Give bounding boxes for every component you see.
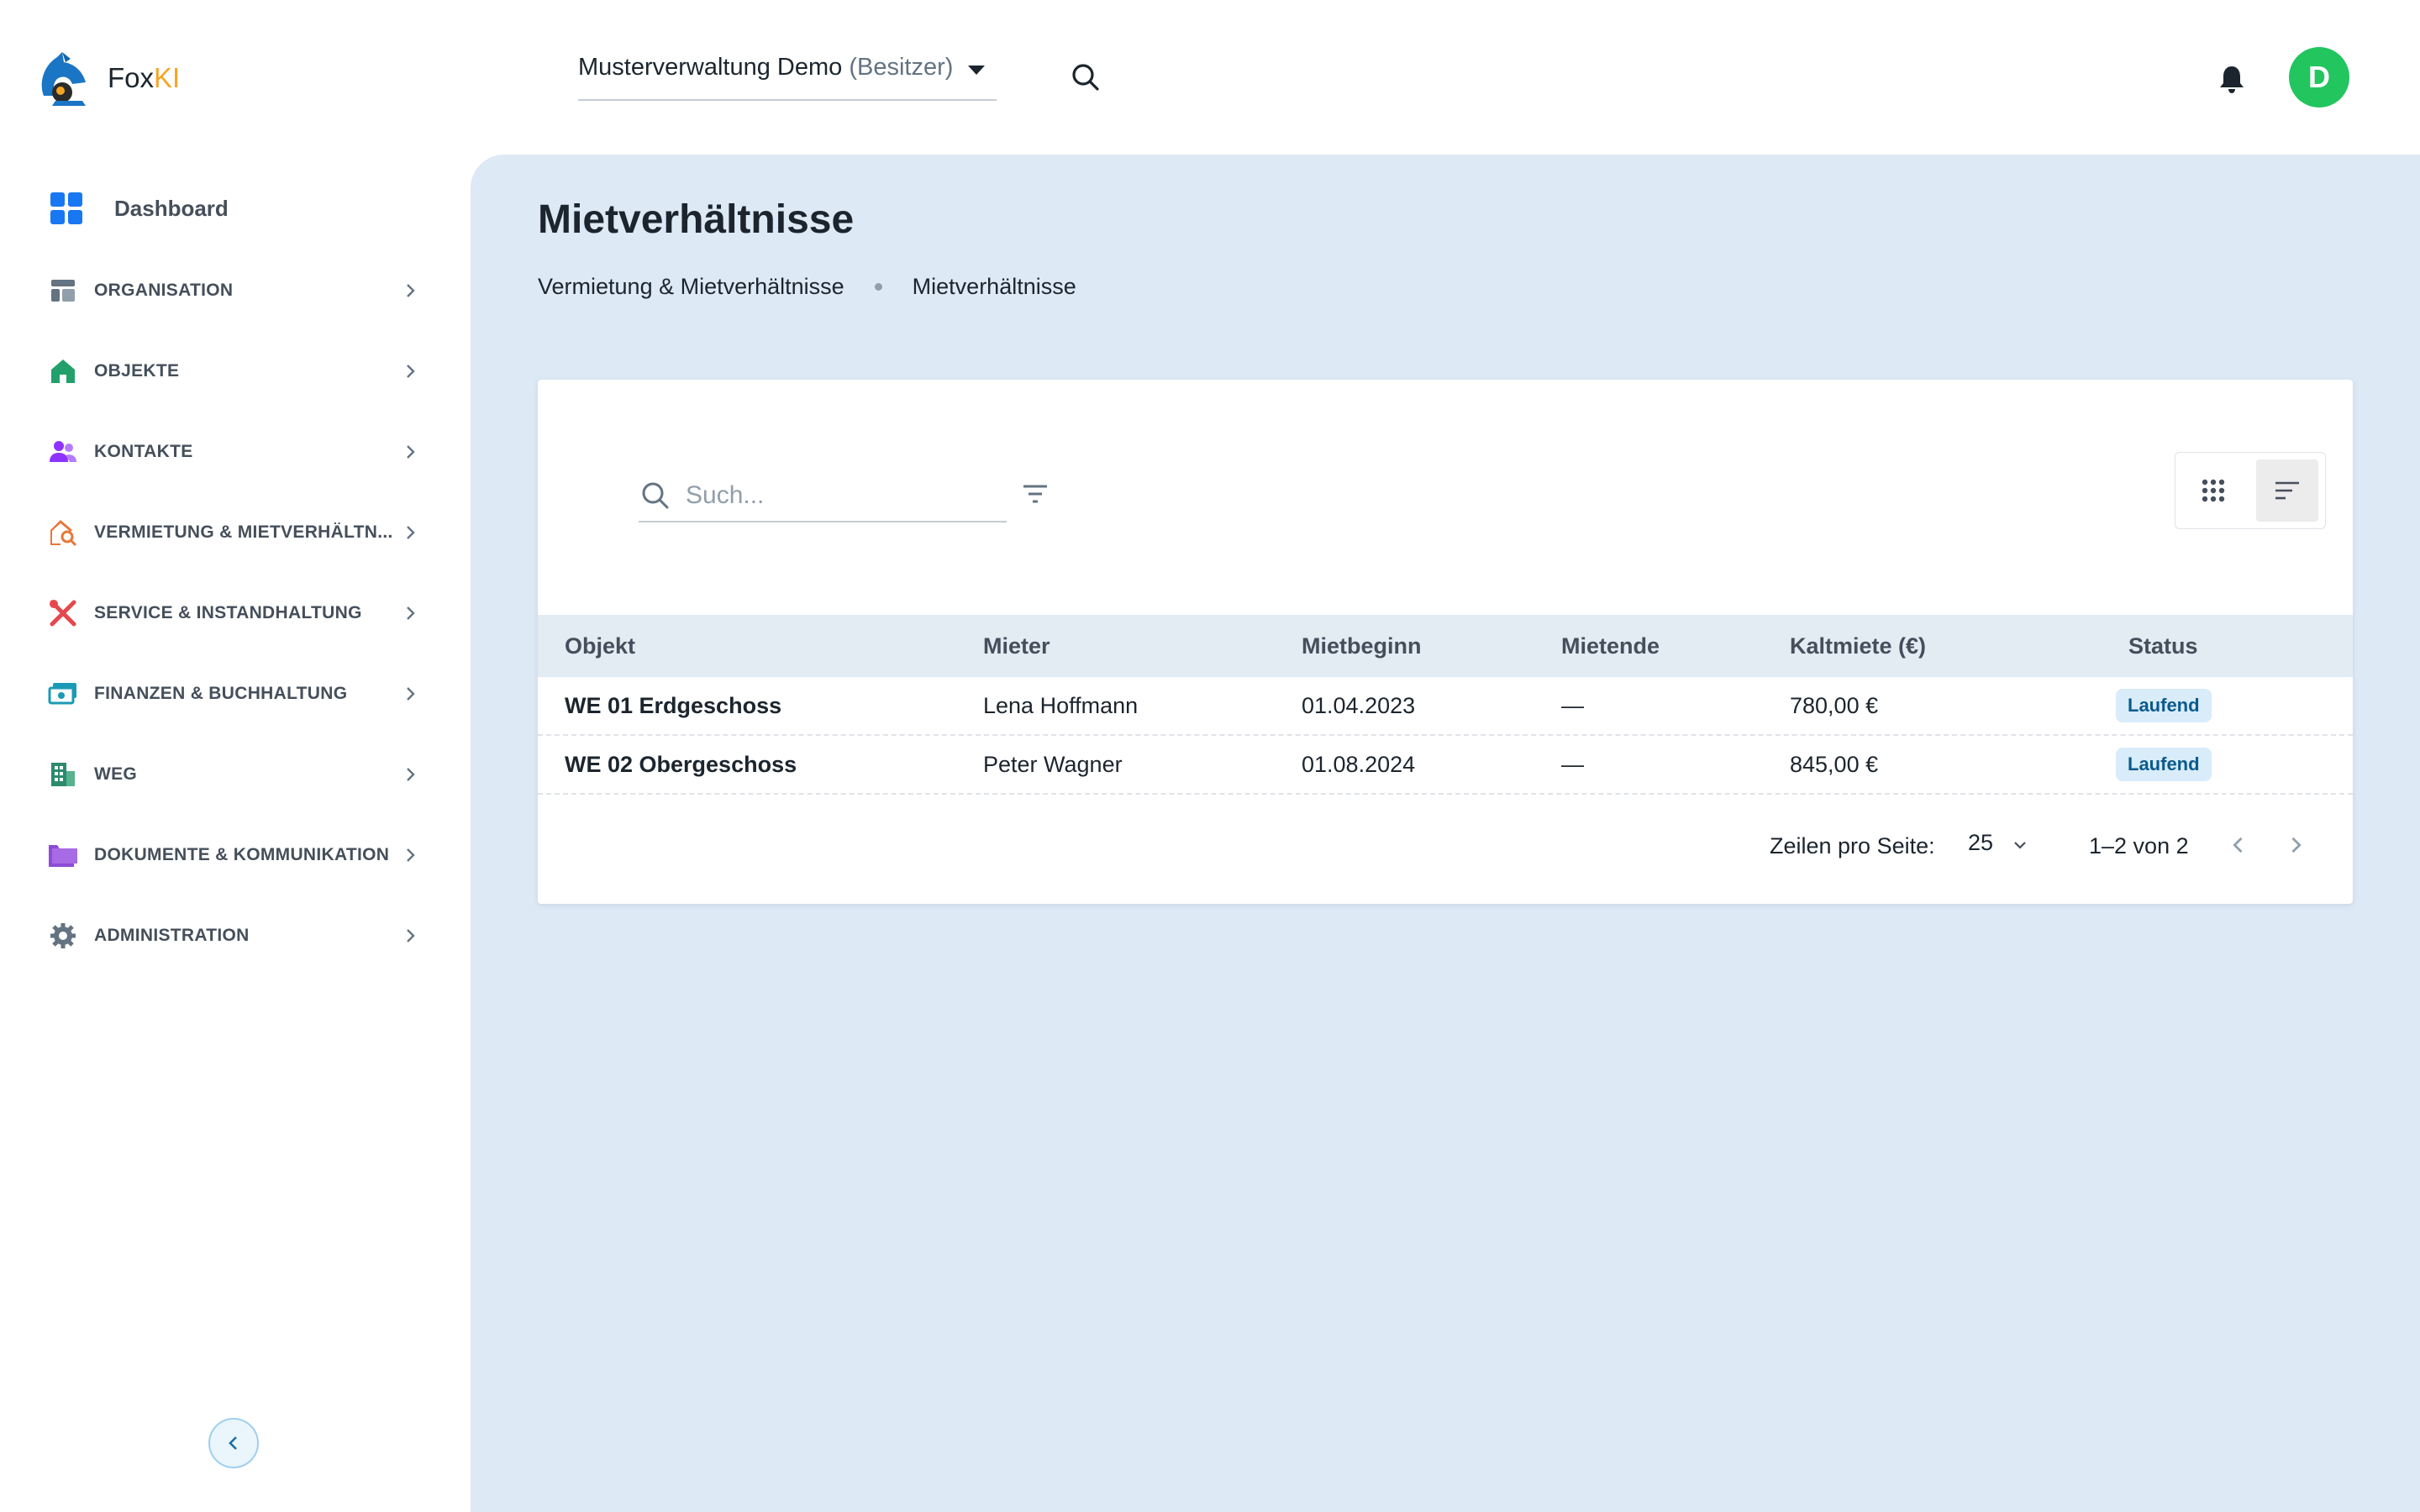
search-input[interactable] [686, 475, 997, 516]
column-header-status[interactable]: Status [2128, 615, 2198, 677]
brand-name: FoxKI [108, 62, 181, 93]
sidebar-item-administration[interactable]: ADMINISTRATION [47, 912, 425, 959]
foxki-logo-icon[interactable] [37, 50, 89, 108]
sidebar-item-label: OBJEKTE [94, 361, 180, 381]
table-row[interactable]: WE 01 Erdgeschoss Lena Hoffmann 01.04.20… [538, 677, 2353, 736]
chevron-right-icon [407, 768, 415, 781]
next-page-button[interactable] [2274, 823, 2317, 867]
dashboard-icon [50, 192, 82, 224]
breadcrumb-current: Mietverhältnisse [912, 274, 1076, 299]
chevron-right-icon [2291, 837, 2302, 853]
table-search-field[interactable] [639, 470, 1007, 522]
cell-mietbeginn: 01.08.2024 [1302, 752, 1416, 777]
chevron-left-icon [229, 1436, 237, 1450]
table-header: Objekt Mieter Mietbeginn Mietende Kaltmi… [538, 615, 2353, 677]
sidebar-item-service[interactable]: SERVICE & INSTANDHALTUNG [47, 590, 425, 637]
org-role: (Besitzer) [849, 54, 954, 81]
column-header-mietbeginn[interactable]: Mietbeginn [1302, 615, 1422, 677]
status-badge: Laufend [2116, 689, 2212, 722]
chevron-right-icon [407, 365, 415, 378]
breadcrumb-link-vermietung[interactable]: Vermietung & Mietverhältnisse [538, 274, 844, 300]
building-icon [47, 759, 79, 790]
cell-mietende: — [1561, 752, 1584, 777]
sidebar-item-dokumente[interactable]: DOKUMENTE & KOMMUNIKATION [47, 832, 425, 879]
chevron-down-icon[interactable] [2010, 835, 2030, 855]
column-header-kaltmiete[interactable]: Kaltmiete (€) [1790, 615, 1926, 677]
list-lines-icon [2275, 481, 2299, 500]
folder-icon [47, 839, 79, 871]
breadcrumb: Vermietung & Mietverhältnisse Mietverhäl… [538, 274, 1076, 300]
cell-objekt: WE 01 Erdgeschoss [565, 693, 782, 718]
chevron-right-icon [407, 606, 415, 620]
dots-grid-icon [2202, 479, 2225, 502]
organization-select[interactable]: Musterverwaltung Demo (Besitzer) [578, 47, 997, 101]
chevron-right-icon [407, 284, 415, 297]
page-title: Mietverhältnisse [538, 197, 855, 242]
sidebar-item-label: DOKUMENTE & KOMMUNIKATION [94, 845, 390, 864]
chevron-right-icon [407, 526, 415, 539]
money-icon [47, 678, 79, 710]
chevron-right-icon [407, 687, 415, 701]
sidebar-item-weg[interactable]: WEG [47, 751, 425, 798]
home-icon [47, 355, 79, 387]
sidebar-item-label: WEG [94, 764, 138, 784]
global-search-button[interactable] [1065, 57, 1106, 97]
search-icon [642, 482, 669, 509]
gear-icon [47, 920, 79, 952]
cell-mietende: — [1561, 693, 1584, 718]
chevron-right-icon [407, 848, 415, 862]
sidebar-item-label: FINANZEN & BUCHHALTUNG [94, 684, 348, 703]
chevron-right-icon [407, 445, 415, 459]
sidebar-item-dashboard[interactable]: Dashboard [50, 185, 229, 232]
search-icon [1072, 64, 1099, 91]
chevron-right-icon [407, 929, 415, 942]
avatar[interactable]: D [2289, 47, 2349, 108]
caret-down-icon [968, 66, 985, 75]
sidebar-item-label: VERMIETUNG & MIETVERHÄLTN... [94, 522, 393, 542]
notifications-button[interactable] [2212, 59, 2252, 99]
cell-mieter: Lena Hoffmann [983, 693, 1139, 718]
cell-mieter: Peter Wagner [983, 752, 1123, 777]
sidebar-item-label: Dashboard [114, 195, 229, 221]
chevron-left-icon [2233, 837, 2243, 853]
house-search-icon [47, 517, 79, 549]
rows-per-page-label: Zeilen pro Seite: [1770, 833, 1935, 858]
bell-icon [2220, 66, 2244, 93]
sidebar-item-label: ORGANISATION [94, 281, 234, 300]
sidebar-item-vermietung[interactable]: VERMIETUNG & MIETVERHÄLTN... [47, 509, 425, 556]
filter-icon [1023, 485, 1047, 503]
breadcrumb-separator [874, 283, 882, 291]
filter-button[interactable] [1017, 475, 1054, 512]
sidebar-item-finanzen[interactable]: FINANZEN & BUCHHALTUNG [47, 670, 425, 717]
cell-kaltmiete: 845,00 € [1790, 752, 1879, 777]
sidebar-item-label: KONTAKTE [94, 442, 193, 461]
previous-page-button[interactable] [2217, 823, 2260, 867]
table-row[interactable]: WE 02 Obergeschoss Peter Wagner 01.08.20… [538, 736, 2353, 795]
sidebar-item-objekte[interactable]: OBJEKTE [47, 348, 425, 395]
people-icon [47, 436, 79, 468]
table-pagination: Zeilen pro Seite: 25 1–2 von 2 [538, 796, 2353, 897]
column-header-mieter[interactable]: Mieter [983, 615, 1050, 677]
rows-per-page-select[interactable]: 25 [1968, 830, 1993, 856]
cell-kaltmiete: 780,00 € [1790, 693, 1879, 718]
grid-view-button[interactable] [2182, 459, 2244, 522]
pagination-range: 1–2 von 2 [2089, 833, 2189, 858]
column-header-mietende[interactable]: Mietende [1561, 615, 1660, 677]
sidebar-item-label: ADMINISTRATION [94, 926, 250, 945]
tenancies-card: Objekt Mieter Mietbeginn Mietende Kaltmi… [538, 380, 2353, 904]
view-toggle [2175, 452, 2326, 529]
collapse-sidebar-button[interactable] [208, 1418, 259, 1468]
sidebar-item-organisation[interactable]: ORGANISATION [47, 267, 425, 314]
sidebar-item-kontakte[interactable]: KONTAKTE [47, 428, 425, 475]
column-header-objekt[interactable]: Objekt [565, 615, 635, 677]
org-name: Musterverwaltung Demo [578, 54, 843, 81]
status-badge: Laufend [2116, 748, 2212, 781]
cell-mietbeginn: 01.04.2023 [1302, 693, 1416, 718]
sidebar: FoxKI Dashboard ORGANISATION OBJEKTE KON… [0, 0, 471, 1512]
list-view-button[interactable] [2256, 459, 2318, 522]
sidebar-item-label: SERVICE & INSTANDHALTUNG [94, 603, 362, 622]
cell-objekt: WE 02 Obergeschoss [565, 752, 797, 777]
tools-icon [47, 597, 79, 629]
layout-icon [47, 275, 79, 307]
